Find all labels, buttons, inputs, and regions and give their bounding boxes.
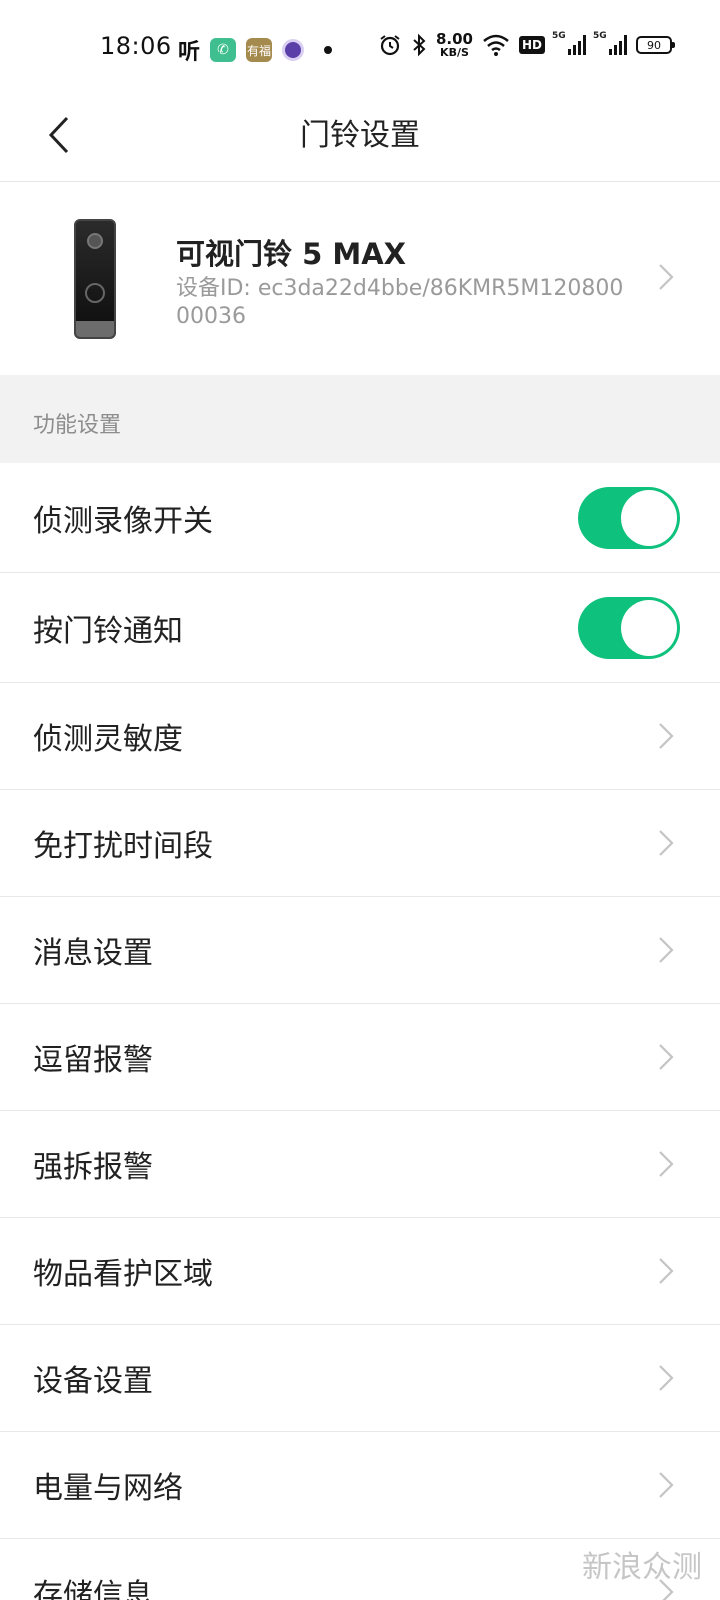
battery-icon: 90: [636, 36, 675, 54]
chevron-right-icon: [659, 264, 674, 290]
doorbell-notify-toggle[interactable]: [578, 596, 680, 659]
detect-record-toggle[interactable]: [578, 486, 680, 549]
settings-item-label: 免打扰时间段: [33, 829, 213, 864]
settings-item-item-watch-zone[interactable]: 物品看护区域: [0, 1218, 720, 1325]
system-icons: 8.00 KB/S HD 5G 5G 90: [378, 30, 675, 59]
detect-record-label: 侦测录像开关: [33, 503, 213, 539]
status-time: 18:06: [100, 32, 172, 60]
settings-item-sensitivity[interactable]: 侦测灵敏度: [0, 683, 720, 790]
speed-value: 8.00: [435, 30, 473, 48]
detect-record-row: 侦测录像开关: [0, 463, 720, 573]
section-header: 功能设置: [0, 375, 720, 463]
device-info-card[interactable]: 可视门铃 5 MAX 设备ID: ec3da22d4bbe/86KMR5M120…: [0, 183, 720, 375]
settings-item-label: 逗留报警: [33, 1043, 153, 1078]
hd-voice-icon: HD: [518, 36, 545, 54]
settings-list: 侦测录像开关 按门铃通知 侦测灵敏度 免打扰时间段 消息设置 逗留报警 强拆报警…: [0, 463, 720, 1600]
settings-item-device-settings[interactable]: 设备设置: [0, 1325, 720, 1432]
settings-item-label: 设备设置: [33, 1364, 153, 1399]
settings-item-loiter-alarm[interactable]: 逗留报警: [0, 1004, 720, 1111]
top-bar: 门铃设置: [0, 96, 720, 182]
settings-item-label: 存储信息: [33, 1578, 153, 1600]
doorbell-device-image: [74, 219, 116, 339]
more-notifications-dot-icon: [324, 46, 333, 54]
chevron-right-icon: [659, 830, 674, 856]
settings-item-tamper-alarm[interactable]: 强拆报警: [0, 1111, 720, 1218]
settings-item-label: 物品看护区域: [33, 1257, 213, 1292]
device-name: 可视门铃 5 MAX: [176, 237, 407, 271]
ting-app-icon: 听: [178, 40, 201, 65]
bluetooth-icon: [413, 33, 426, 57]
fu-app-icon: 有福: [246, 38, 273, 62]
speed-unit: KB/S: [440, 46, 469, 59]
settings-item-label: 电量与网络: [33, 1471, 183, 1506]
chevron-right-icon: [659, 1151, 674, 1177]
chevron-right-icon: [659, 1258, 674, 1284]
settings-item-power-network[interactable]: 电量与网络: [0, 1432, 720, 1539]
network-speed: 8.00 KB/S: [435, 30, 473, 59]
chevron-right-icon: [659, 937, 674, 963]
chevron-right-icon: [659, 1044, 674, 1070]
doorbell-notify-row: 按门铃通知: [0, 573, 720, 683]
circle-app-icon: [282, 39, 305, 61]
phone-app-icon: ✆: [210, 38, 237, 62]
chevron-right-icon: [659, 1365, 674, 1391]
chevron-right-icon: [659, 723, 674, 749]
signal-5g-2-icon: 5G: [593, 31, 627, 55]
signal-5g-1-icon: 5G: [552, 31, 586, 55]
signal-1-label: 5G: [552, 31, 566, 41]
status-bar: 18:06 听 ✆ 有福 8.00 KB/S HD 5G 5G 90: [0, 0, 720, 96]
settings-item-dnd-period[interactable]: 免打扰时间段: [0, 790, 720, 897]
watermark: 新浪众测: [582, 1550, 702, 1585]
settings-item-label: 侦测灵敏度: [33, 722, 183, 757]
settings-item-label: 消息设置: [33, 936, 153, 971]
chevron-right-icon: [659, 1472, 674, 1498]
section-title: 功能设置: [33, 413, 122, 438]
signal-2-label: 5G: [593, 31, 607, 41]
page-title: 门铃设置: [300, 118, 420, 153]
settings-item-label: 强拆报警: [33, 1150, 153, 1185]
wifi-icon: [483, 34, 509, 56]
doorbell-notify-label: 按门铃通知: [33, 613, 183, 649]
notification-icons: 听 ✆ 有福: [178, 34, 333, 66]
settings-item-message[interactable]: 消息设置: [0, 897, 720, 1004]
alarm-icon: [380, 35, 400, 56]
device-id: 设备ID: ec3da22d4bbe/86KMR5M12080000036: [176, 276, 624, 329]
